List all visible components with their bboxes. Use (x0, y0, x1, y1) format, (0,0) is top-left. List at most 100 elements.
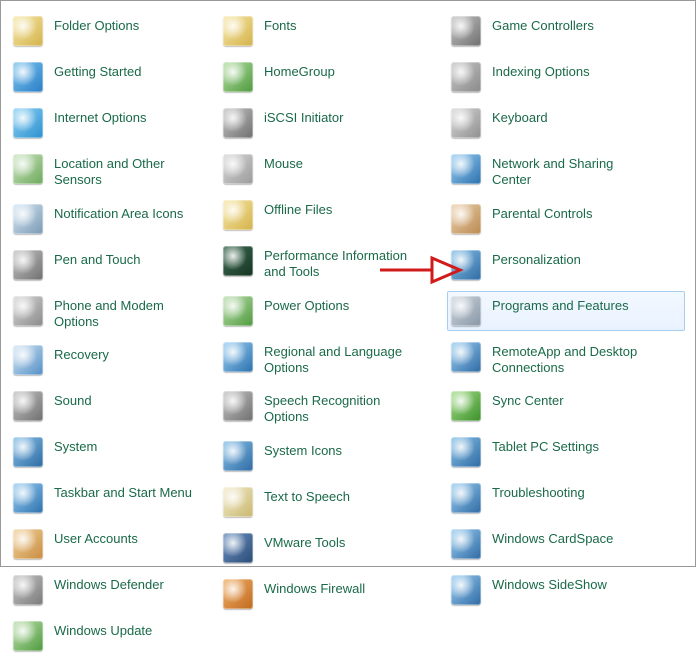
item-troubleshooting[interactable]: Troubleshooting (447, 478, 685, 518)
item-label: Internet Options (54, 107, 147, 126)
user-accounts-icon (12, 528, 44, 560)
item-taskbar-start-menu[interactable]: Taskbar and Start Menu (9, 478, 219, 518)
item-speech-recognition[interactable]: Speech Recognition Options (219, 386, 447, 430)
folder-options-icon (12, 15, 44, 47)
programs-features-icon (450, 295, 482, 327)
item-power-options[interactable]: Power Options (219, 291, 447, 331)
item-homegroup[interactable]: HomeGroup (219, 57, 447, 97)
item-programs-features[interactable]: Programs and Features (447, 291, 685, 331)
item-game-controllers[interactable]: Game Controllers (447, 11, 685, 51)
item-parental-controls[interactable]: Parental Controls (447, 199, 685, 239)
item-label: Power Options (264, 295, 349, 314)
item-phone-modem[interactable]: Phone and Modem Options (9, 291, 219, 335)
item-label: Windows Defender (54, 574, 164, 593)
mouse-icon (222, 153, 254, 185)
item-remoteapp[interactable]: RemoteApp and Desktop Connections (447, 337, 685, 381)
indexing-options-icon (450, 61, 482, 93)
item-label: Windows SideShow (492, 574, 607, 593)
item-label: System Icons (264, 440, 342, 459)
tablet-pc-icon (450, 436, 482, 468)
item-sound[interactable]: Sound (9, 386, 219, 426)
windows-cardspace-icon (450, 528, 482, 560)
item-regional-language[interactable]: Regional and Language Options (219, 337, 447, 381)
item-label: VMware Tools (264, 532, 345, 551)
item-label: Fonts (264, 15, 297, 34)
internet-options-icon (12, 107, 44, 139)
phone-modem-icon (12, 295, 44, 327)
pen-and-touch-icon (12, 249, 44, 281)
offline-files-icon (222, 199, 254, 231)
item-offline-files[interactable]: Offline Files (219, 195, 447, 235)
item-label: Text to Speech (264, 486, 350, 505)
item-label: RemoteApp and Desktop Connections (492, 341, 642, 377)
item-pen-and-touch[interactable]: Pen and Touch (9, 245, 219, 285)
remoteapp-icon (450, 341, 482, 373)
item-getting-started[interactable]: Getting Started (9, 57, 219, 97)
item-internet-options[interactable]: Internet Options (9, 103, 219, 143)
item-label: Taskbar and Start Menu (54, 482, 192, 501)
item-sync-center[interactable]: Sync Center (447, 386, 685, 426)
notification-area-icons-icon (12, 203, 44, 235)
item-notification-area-icons[interactable]: Notification Area Icons (9, 199, 219, 239)
item-label: Phone and Modem Options (54, 295, 204, 331)
item-label: Windows Update (54, 620, 152, 639)
item-label: iSCSI Initiator (264, 107, 343, 126)
item-vmware-tools[interactable]: VMware Tools (219, 528, 447, 568)
troubleshooting-icon (450, 482, 482, 514)
item-label: User Accounts (54, 528, 138, 547)
item-label: Performance Information and Tools (264, 245, 414, 281)
sync-center-icon (450, 390, 482, 422)
windows-defender-icon (12, 574, 44, 606)
keyboard-icon (450, 107, 482, 139)
item-tablet-pc[interactable]: Tablet PC Settings (447, 432, 685, 472)
windows-firewall-icon (222, 578, 254, 610)
homegroup-icon (222, 61, 254, 93)
item-system[interactable]: System (9, 432, 219, 472)
getting-started-icon (12, 61, 44, 93)
column-2: Fonts HomeGroup iSCSI Initiator Mouse Offlin… (219, 11, 447, 614)
item-label: System (54, 436, 97, 455)
item-windows-sideshow[interactable]: Windows SideShow (447, 570, 685, 610)
item-recovery[interactable]: Recovery (9, 340, 219, 380)
item-personalization[interactable]: Personalization (447, 245, 685, 285)
item-label: Sync Center (492, 390, 564, 409)
item-fonts[interactable]: Fonts (219, 11, 447, 51)
item-windows-firewall[interactable]: Windows Firewall (219, 574, 447, 614)
item-windows-cardspace[interactable]: Windows CardSpace (447, 524, 685, 564)
item-label: Game Controllers (492, 15, 594, 34)
item-label: Sound (54, 390, 92, 409)
item-label: Recovery (54, 344, 109, 363)
item-label: Windows CardSpace (492, 528, 613, 547)
item-network-sharing[interactable]: Network and Sharing Center (447, 149, 685, 193)
item-windows-update[interactable]: Windows Update (9, 616, 219, 656)
item-label: Pen and Touch (54, 249, 141, 268)
item-performance-info[interactable]: Performance Information and Tools (219, 241, 447, 285)
performance-info-icon (222, 245, 254, 277)
item-label: Parental Controls (492, 203, 592, 222)
iscsi-initiator-icon (222, 107, 254, 139)
item-iscsi-initiator[interactable]: iSCSI Initiator (219, 103, 447, 143)
control-panel-all-items: Folder Options Getting Started Internet Op… (0, 0, 696, 567)
item-label: Personalization (492, 249, 581, 268)
item-user-accounts[interactable]: User Accounts (9, 524, 219, 564)
item-location-sensors[interactable]: Location and Other Sensors (9, 149, 219, 193)
windows-sideshow-icon (450, 574, 482, 606)
item-label: Location and Other Sensors (54, 153, 204, 189)
network-sharing-icon (450, 153, 482, 185)
item-label: Keyboard (492, 107, 548, 126)
item-system-icons[interactable]: System Icons (219, 436, 447, 476)
item-indexing-options[interactable]: Indexing Options (447, 57, 685, 97)
item-label: Tablet PC Settings (492, 436, 599, 455)
item-windows-defender[interactable]: Windows Defender (9, 570, 219, 610)
taskbar-start-menu-icon (12, 482, 44, 514)
item-label: Offline Files (264, 199, 332, 218)
item-mouse[interactable]: Mouse (219, 149, 447, 189)
item-label: Programs and Features (492, 295, 629, 314)
item-label: Network and Sharing Center (492, 153, 642, 189)
fonts-icon (222, 15, 254, 47)
windows-update-icon (12, 620, 44, 652)
item-text-to-speech[interactable]: Text to Speech (219, 482, 447, 522)
item-label: Notification Area Icons (54, 203, 183, 222)
item-folder-options[interactable]: Folder Options (9, 11, 219, 51)
item-keyboard[interactable]: Keyboard (447, 103, 685, 143)
